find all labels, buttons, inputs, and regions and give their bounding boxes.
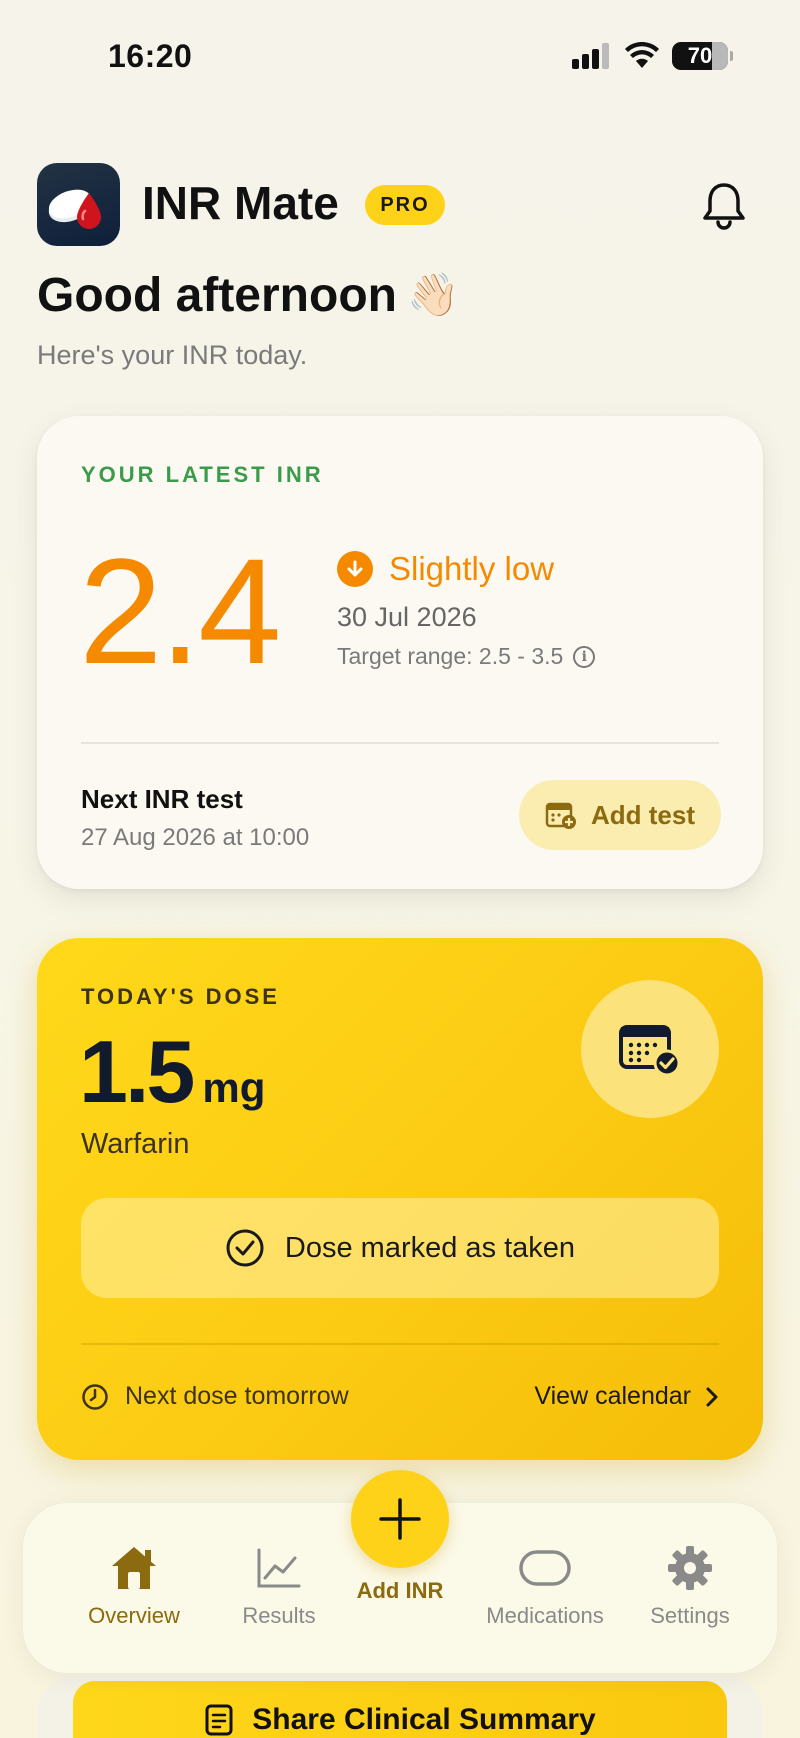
arrow-down-circle-icon [337, 551, 373, 587]
next-dose-text: Next dose tomorrow [125, 1382, 349, 1410]
inr-status: Slightly low [337, 550, 554, 588]
plus-icon [379, 1498, 421, 1540]
battery-level: 70 [687, 43, 713, 68]
share-clinical-summary-button[interactable]: Share Clinical Summary [73, 1681, 727, 1738]
tab-overview[interactable]: Overview [64, 1543, 204, 1629]
tab-label: Overview [88, 1603, 180, 1628]
tab-results[interactable]: Results [209, 1543, 349, 1629]
calendar-check-icon [619, 1025, 681, 1077]
tab-label: Medications [486, 1603, 604, 1628]
todays-dose-card[interactable]: TODAY'S DOSE 1.5 mg Warfarin Dose marked… [37, 938, 763, 1460]
pro-badge: PRO [365, 185, 445, 225]
inr-target-range: Target range: 2.5 - 3.5 i [337, 643, 596, 670]
app-title: INR Mate [142, 177, 339, 229]
status-time: 16:20 [108, 38, 193, 74]
chevron-right-icon [706, 1387, 718, 1406]
next-test-date: 27 Aug 2026 at 10:00 [81, 824, 310, 851]
document-icon [205, 1704, 233, 1736]
add-inr-button[interactable] [351, 1470, 449, 1568]
tab-settings[interactable]: Settings [620, 1543, 760, 1629]
gear-icon [668, 1546, 712, 1590]
home-icon [112, 1547, 156, 1589]
greeting-text: Good afternoon [37, 269, 397, 322]
inr-card-label: YOUR LATEST INR [81, 462, 324, 487]
next-dose-info: Next dose tomorrow [81, 1382, 349, 1411]
dose-taken-label: Dose marked as taken [284, 1231, 576, 1264]
status-icons: 70 [572, 42, 733, 70]
next-test-label: Next INR test [81, 784, 243, 814]
dose-unit: mg [202, 1064, 266, 1111]
add-inr-label: Add INR [356, 1578, 444, 1603]
app-logo [37, 163, 120, 246]
pill-drop-logo-icon [48, 189, 101, 229]
calendar-check-button[interactable] [581, 980, 719, 1118]
divider [81, 742, 719, 744]
dose-card-label: TODAY'S DOSE [81, 984, 280, 1009]
greeting-subtitle: Here's your INR today. [37, 340, 308, 370]
view-calendar-link[interactable]: View calendar [534, 1382, 719, 1411]
inr-value: 2.4 [79, 527, 282, 695]
wave-emoji: 👋🏻 [406, 271, 460, 318]
view-calendar-label: View calendar [534, 1382, 691, 1410]
calendar-add-icon [545, 802, 576, 829]
check-circle-icon [226, 1229, 264, 1267]
divider [81, 1343, 719, 1345]
pill-icon [519, 1550, 571, 1586]
inr-date: 30 Jul 2026 [337, 602, 477, 632]
dose-value: 1.5 mg [79, 1028, 265, 1116]
tab-label: Results [242, 1603, 316, 1628]
dose-amount: 1.5 [79, 1022, 195, 1121]
dose-drug-name: Warfarin [81, 1128, 190, 1160]
wifi-icon [625, 42, 659, 68]
latest-inr-card[interactable]: YOUR LATEST INR 2.4 Slightly low 30 Jul … [37, 416, 763, 889]
inr-status-text: Slightly low [389, 550, 555, 587]
tab-medications[interactable]: Medications [475, 1543, 615, 1629]
tab-label: Settings [650, 1603, 730, 1628]
greeting-title: Good afternoon 👋🏻 [37, 268, 459, 323]
bell-icon[interactable] [700, 180, 748, 230]
info-icon[interactable]: i [573, 645, 596, 668]
target-range-text: Target range: 2.5 - 3.5 [337, 643, 564, 669]
share-label: Share Clinical Summary [252, 1703, 596, 1736]
chart-line-icon [257, 1548, 301, 1588]
clock-icon [82, 1383, 108, 1410]
add-test-button[interactable]: Add test [519, 780, 721, 850]
add-test-label: Add test [591, 799, 695, 830]
battery-icon: 70 [672, 42, 733, 70]
cellular-signal-icon [572, 43, 609, 69]
dose-taken-button[interactable]: Dose marked as taken [81, 1198, 719, 1298]
